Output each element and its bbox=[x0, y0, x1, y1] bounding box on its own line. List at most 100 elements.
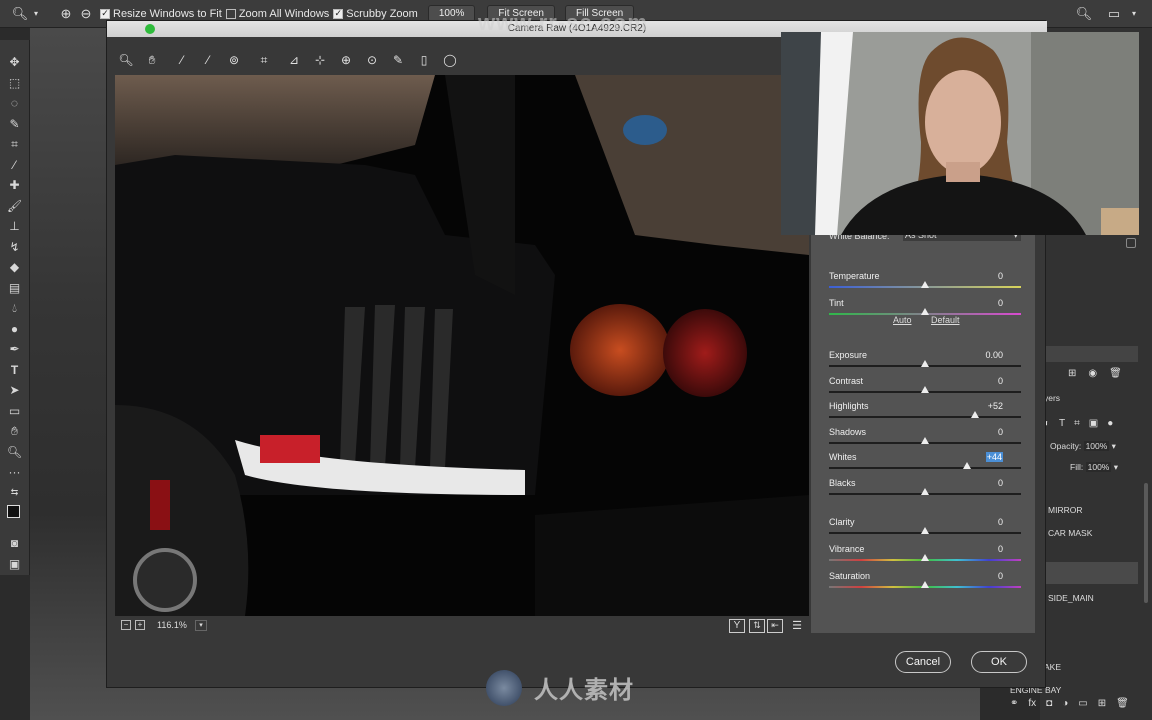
chevron-down-icon[interactable]: ▾ bbox=[1126, 6, 1142, 22]
zoom-dropdown[interactable]: ▾ bbox=[195, 620, 207, 631]
hand-tool-icon[interactable]: ✋︎ bbox=[4, 421, 26, 442]
slider-thumb[interactable] bbox=[921, 360, 929, 367]
shape-tool-icon[interactable]: ▭ bbox=[4, 401, 26, 422]
slider-thumb[interactable] bbox=[921, 527, 929, 534]
path-select-icon[interactable]: ➤ bbox=[4, 380, 26, 401]
slider-whites[interactable]: Whites +44 bbox=[829, 452, 1025, 478]
toggle-filter-icon[interactable]: ● bbox=[1107, 418, 1113, 429]
dodge-tool-icon[interactable]: ● bbox=[4, 319, 26, 340]
history-brush-icon[interactable]: ↯ bbox=[4, 237, 26, 258]
slider-vibrance[interactable]: Vibrance 0 bbox=[829, 544, 1025, 570]
smart-filter-icon[interactable]: ▣ bbox=[1089, 418, 1098, 429]
layer-row[interactable]: SIDE_MAIN bbox=[1048, 593, 1094, 603]
slider-thumb[interactable] bbox=[963, 462, 972, 469]
slider-value[interactable]: 0 bbox=[998, 427, 1003, 437]
zoom-out-button[interactable]: − bbox=[121, 620, 131, 630]
brush-tool-icon[interactable]: 🖌︎ bbox=[4, 196, 26, 217]
mask-icon[interactable]: ◘ bbox=[1046, 698, 1052, 709]
swap-settings-icon[interactable]: ⇅ bbox=[749, 619, 765, 633]
graduated-filter-icon[interactable]: ▯ bbox=[413, 49, 435, 71]
slider-shadows[interactable]: Shadows 0 bbox=[829, 427, 1025, 453]
layer-row[interactable]: CAR MASK bbox=[1048, 528, 1092, 538]
cancel-button[interactable]: Cancel bbox=[895, 651, 951, 673]
default-link[interactable]: Default bbox=[931, 315, 960, 325]
slider-track[interactable] bbox=[829, 467, 1021, 469]
slider-value[interactable]: +52 bbox=[988, 401, 1003, 411]
layers-tab[interactable]: yers bbox=[1044, 393, 1060, 403]
slider-saturation[interactable]: Saturation 0 bbox=[829, 571, 1025, 597]
stamp-tool-icon[interactable]: ⊥ bbox=[4, 216, 26, 237]
slider-temperature[interactable]: Temperature 0 bbox=[829, 271, 1025, 297]
eyedropper-tool-icon[interactable]: ⁄ bbox=[4, 155, 26, 176]
camera-icon[interactable]: ◉ bbox=[1088, 368, 1097, 379]
quick-mask-icon[interactable]: ◙ bbox=[4, 533, 26, 554]
zoom-level[interactable]: 116.1% bbox=[157, 620, 187, 630]
link-icon[interactable]: ⚭ bbox=[1010, 698, 1018, 709]
slider-value[interactable]: 0 bbox=[998, 478, 1003, 488]
spot-removal-icon[interactable]: ⊕ bbox=[335, 49, 357, 71]
lasso-tool-icon[interactable]: ◌ bbox=[4, 93, 26, 114]
opacity-control[interactable]: Opacity: 100% ▾ bbox=[1050, 441, 1116, 452]
chevron-down-icon[interactable]: ▾ bbox=[28, 6, 44, 22]
before-after-y-icon[interactable]: Y bbox=[729, 619, 745, 633]
layer-row[interactable]: MIRROR bbox=[1048, 505, 1082, 515]
slider-tint[interactable]: Tint 0 bbox=[829, 298, 1025, 324]
layer-row[interactable]: AKE bbox=[1044, 662, 1061, 672]
layers-scrollbar[interactable] bbox=[1144, 483, 1148, 603]
slider-exposure[interactable]: Exposure 0.00 bbox=[829, 350, 1025, 376]
zoom-icon[interactable]: 🔍︎ bbox=[115, 49, 137, 71]
slider-value[interactable]: 0 bbox=[998, 517, 1003, 527]
new-group-icon[interactable]: ⊞ bbox=[1068, 368, 1076, 379]
red-eye-icon[interactable]: ⊙ bbox=[361, 49, 383, 71]
more-tools-icon[interactable]: ··· bbox=[4, 462, 26, 483]
layer-row-selected[interactable] bbox=[1044, 562, 1138, 584]
slider-value[interactable]: 0.00 bbox=[985, 350, 1003, 360]
zoom-in-button[interactable]: + bbox=[135, 620, 145, 630]
new-layer-icon[interactable]: ⊞ bbox=[1098, 698, 1106, 709]
slider-thumb[interactable] bbox=[921, 437, 929, 444]
copy-settings-icon[interactable]: ⇤ bbox=[767, 619, 783, 633]
opacity-value[interactable]: 100% bbox=[1083, 441, 1110, 451]
slider-track[interactable] bbox=[829, 416, 1021, 418]
scrubby-zoom-checkbox[interactable]: ✓ Scrubby Zoom bbox=[333, 8, 418, 20]
screen-mode-icon[interactable]: ▣ bbox=[4, 554, 26, 575]
targeted-adjust-icon[interactable]: ⊚ bbox=[223, 49, 245, 71]
slider-highlights[interactable]: Highlights +52 bbox=[829, 401, 1025, 427]
type-filter-icon[interactable]: T bbox=[1059, 418, 1065, 429]
straighten-icon[interactable]: ⊿ bbox=[283, 49, 305, 71]
zoom-window-button[interactable] bbox=[145, 24, 155, 34]
slider-thumb[interactable] bbox=[921, 581, 929, 588]
resize-windows-checkbox[interactable]: ✓ Resize Windows to Fit bbox=[100, 8, 222, 20]
slider-value[interactable]: +44 bbox=[985, 452, 1003, 462]
slider-thumb[interactable] bbox=[921, 386, 929, 393]
healing-tool-icon[interactable]: ✚ bbox=[4, 175, 26, 196]
slider-clarity[interactable]: Clarity 0 bbox=[829, 517, 1025, 543]
gradient-tool-icon[interactable]: ▤ bbox=[4, 278, 26, 299]
slider-thumb[interactable] bbox=[921, 281, 929, 288]
hand-icon[interactable]: ✋︎ bbox=[141, 49, 163, 71]
blur-tool-icon[interactable]: 💧︎ bbox=[4, 298, 26, 319]
fx-icon[interactable]: fx bbox=[1028, 698, 1036, 709]
image-preview[interactable] bbox=[115, 75, 809, 616]
slider-value[interactable]: 0 bbox=[998, 298, 1003, 308]
move-tool-icon[interactable]: ✥ bbox=[4, 52, 26, 73]
radial-filter-icon[interactable]: ◯ bbox=[439, 49, 461, 71]
workspace-icon[interactable]: ▭ bbox=[1106, 6, 1122, 22]
zoom-out-icon[interactable]: ⊖ bbox=[78, 6, 94, 22]
type-tool-icon[interactable]: T bbox=[4, 360, 26, 381]
marquee-tool-icon[interactable]: ⬚ bbox=[4, 73, 26, 94]
transform-icon[interactable]: ⊹ bbox=[309, 49, 331, 71]
white-balance-icon[interactable]: ⁄ bbox=[171, 49, 193, 71]
shape-filter-icon[interactable]: ⌗ bbox=[1074, 418, 1080, 429]
crop-tool-icon[interactable]: ⌗ bbox=[4, 134, 26, 155]
auto-link[interactable]: Auto bbox=[893, 315, 912, 325]
adjustment-brush-icon[interactable]: ✎ bbox=[387, 49, 409, 71]
slider-value[interactable]: 0 bbox=[998, 376, 1003, 386]
zoom-tool-icon[interactable]: 🔍︎ bbox=[4, 442, 26, 463]
slider-thumb[interactable] bbox=[921, 308, 929, 315]
zoom-tool-icon[interactable]: 🔍︎ bbox=[12, 6, 29, 22]
slider-value[interactable]: 0 bbox=[998, 271, 1003, 281]
color-sampler-icon[interactable]: ⁄ bbox=[197, 49, 219, 71]
fill-value[interactable]: 100% bbox=[1085, 462, 1112, 472]
slider-contrast[interactable]: Contrast 0 bbox=[829, 376, 1025, 402]
